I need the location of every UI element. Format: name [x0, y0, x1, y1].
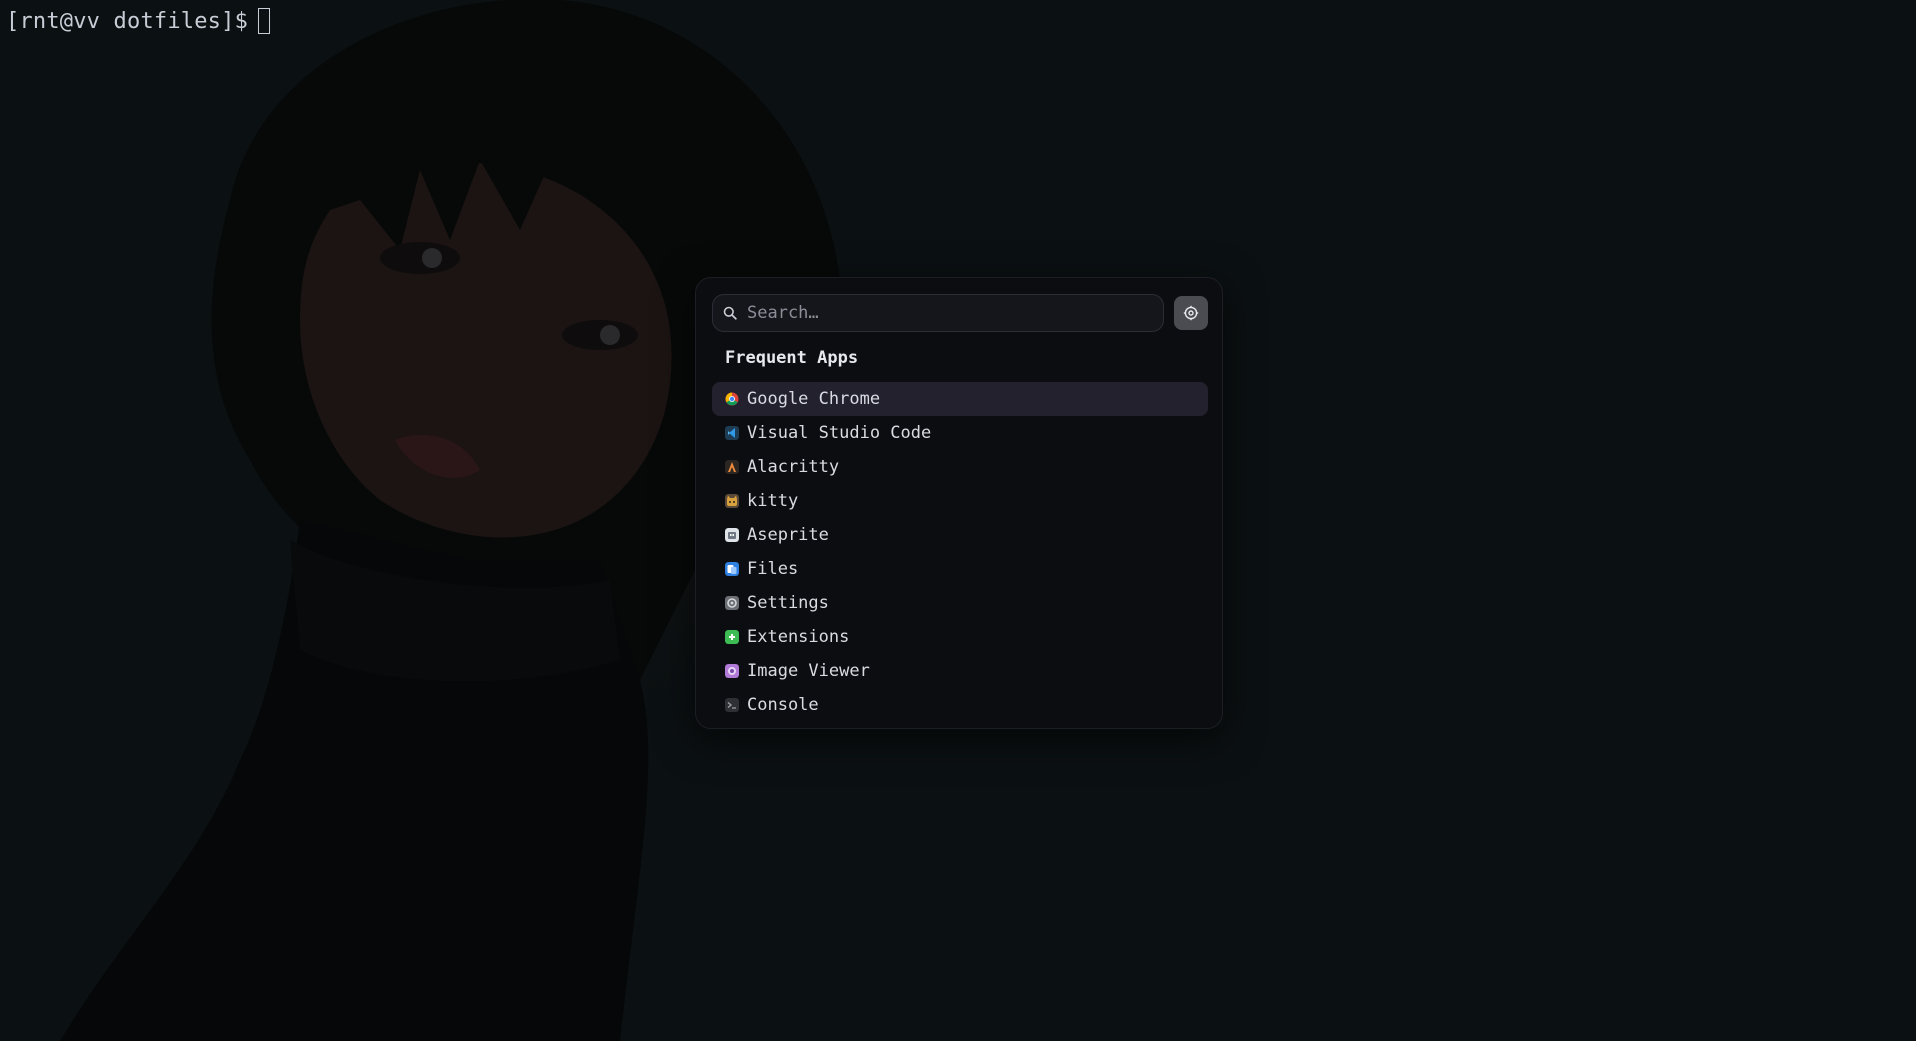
search-row — [712, 294, 1208, 332]
app-item-files[interactable]: Files — [712, 552, 1208, 586]
app-item-alacritty[interactable]: Alacritty — [712, 450, 1208, 484]
alacritty-icon — [725, 460, 739, 474]
app-launcher: Frequent Apps Google Chrome — [695, 277, 1223, 729]
app-label: Settings — [747, 593, 829, 613]
app-item-extensions[interactable]: Extensions — [712, 620, 1208, 654]
aseprite-icon — [725, 528, 739, 542]
app-item-image-viewer[interactable]: Image Viewer — [712, 654, 1208, 688]
search-input[interactable] — [745, 295, 1163, 331]
terminal-prompt[interactable]: [rnt@vv dotfiles]$ — [6, 8, 271, 34]
app-item-google-chrome[interactable]: Google Chrome — [712, 382, 1208, 416]
app-label: kitty — [747, 491, 799, 511]
desktop: [rnt@vv dotfiles]$ Search… Frequent Apps… — [0, 0, 1916, 1041]
app-label: Google Chrome — [747, 389, 881, 409]
app-item-console[interactable]: Console — [712, 688, 1208, 722]
app-label: Extensions — [747, 627, 850, 647]
chrome-icon — [725, 392, 739, 406]
gear-icon — [1183, 305, 1199, 321]
search-field[interactable] — [712, 294, 1164, 332]
kitty-icon — [725, 494, 739, 508]
section-title-frequent-apps: Frequent Apps — [725, 348, 859, 368]
prompt-text: [rnt@vv dotfiles]$ — [6, 8, 249, 34]
app-item-aseprite[interactable]: Aseprite — [712, 518, 1208, 552]
files-icon — [725, 562, 739, 576]
extensions-icon — [725, 630, 739, 644]
app-label: Image Viewer — [747, 661, 870, 681]
text-cursor — [258, 8, 271, 34]
app-label: Files — [747, 559, 799, 579]
app-item-kitty[interactable]: kitty — [712, 484, 1208, 518]
app-item-visual-studio-code[interactable]: Visual Studio Code — [712, 416, 1208, 450]
vscode-icon — [725, 426, 739, 440]
app-label: Visual Studio Code — [747, 423, 932, 443]
image-viewer-icon — [725, 664, 739, 678]
app-label: Alacritty — [747, 457, 840, 477]
app-list: Google Chrome Visual Studio Code Alacrit… — [712, 382, 1208, 722]
app-item-settings[interactable]: Settings — [712, 586, 1208, 620]
settings-button[interactable] — [1174, 296, 1208, 330]
app-label: Aseprite — [747, 525, 829, 545]
console-icon — [725, 698, 739, 712]
search-icon — [723, 306, 737, 320]
app-label: Console — [747, 695, 819, 715]
settings-icon — [725, 596, 739, 610]
